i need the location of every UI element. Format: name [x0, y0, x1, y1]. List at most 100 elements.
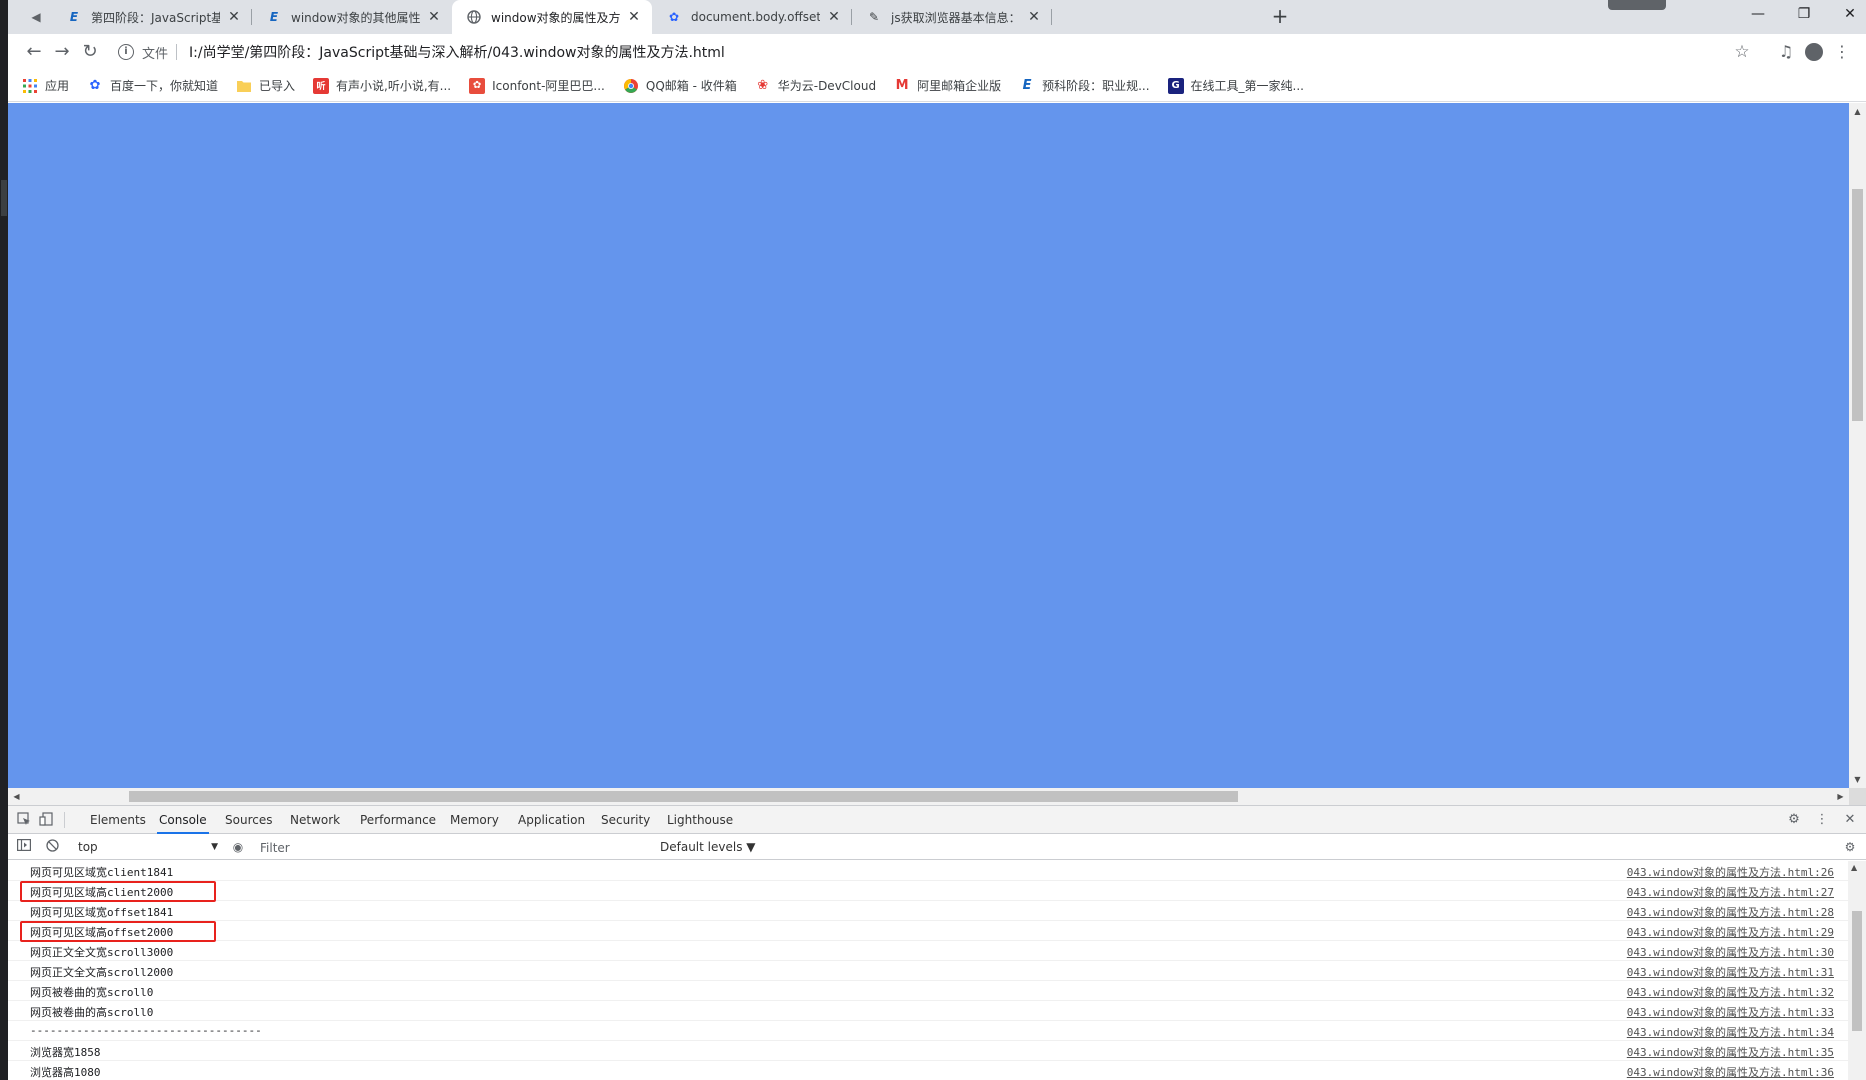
page-viewport[interactable]	[8, 103, 1849, 788]
log-message: 网页正文全文宽scroll3000	[30, 946, 174, 959]
bookmark-label: 预科阶段：职业规...	[1042, 79, 1150, 93]
scroll-thumb[interactable]	[129, 791, 1238, 802]
bookmark-baidu[interactable]: ✿ 百度一下，你就知道	[87, 77, 218, 94]
log-source-link[interactable]: 043.window对象的属性及方法.html:26	[1627, 864, 1834, 880]
clear-console-icon[interactable]	[44, 839, 60, 855]
scroll-thumb[interactable]	[1852, 189, 1863, 421]
context-selector[interactable]: top ▼	[78, 838, 218, 856]
log-source-link[interactable]: 043.window对象的属性及方法.html:34	[1627, 1024, 1834, 1040]
scroll-left-icon[interactable]: ◀	[8, 788, 25, 805]
minimize-icon[interactable]: —	[1735, 0, 1781, 30]
tab-elements[interactable]: Elements	[88, 806, 148, 834]
tab-console[interactable]: Console	[157, 806, 209, 834]
scroll-down-icon[interactable]: ▼	[1849, 771, 1866, 788]
tab-close-icon[interactable]: ✕	[826, 9, 842, 25]
menu-kebab-icon[interactable]: ⋮	[1830, 40, 1854, 64]
tab-active[interactable]: window对象的属性及方法 ✕	[452, 0, 652, 34]
tab-close-icon[interactable]: ✕	[626, 9, 642, 25]
tab-security[interactable]: Security	[599, 806, 652, 834]
log-source-link[interactable]: 043.window对象的属性及方法.html:36	[1627, 1064, 1834, 1080]
bookmark-preschool[interactable]: E 预科阶段：职业规...	[1019, 77, 1150, 94]
console-log-row: 网页可见区域高offset2000 043.window对象的属性及方法.html…	[8, 921, 1848, 942]
bookmark-huawei[interactable]: ❀ 华为云-DevCloud	[755, 77, 876, 94]
tab-3[interactable]: ✿ document.body.offsetHeight_ ✕	[652, 0, 852, 34]
bookmark-online-tools[interactable]: G 在线工具_第一家纯...	[1167, 77, 1304, 94]
tab-e-icon: E	[69, 10, 79, 24]
tab-sources[interactable]: Sources	[223, 806, 274, 834]
bookmark-alimail[interactable]: M 阿里邮箱企业版	[894, 77, 1001, 94]
media-queue-icon[interactable]: ♫	[1774, 40, 1798, 64]
mail-m-icon: M	[895, 78, 909, 93]
filter-input[interactable]	[260, 838, 660, 857]
bookmark-label: QQ邮箱 - 收件箱	[645, 79, 737, 93]
live-expression-eye-icon[interactable]: ◉	[230, 839, 246, 855]
tab-close-icon[interactable]: ✕	[426, 9, 442, 25]
settings-gear-icon[interactable]: ⚙	[1786, 812, 1802, 828]
scheme-label: 文件	[142, 46, 169, 62]
more-kebab-icon[interactable]: ⋮	[1814, 812, 1830, 828]
bookmark-iconfont[interactable]: ✿ Iconfont-阿里巴巴...	[469, 77, 605, 94]
console-settings-icon[interactable]: ⚙	[1842, 839, 1858, 855]
device-toolbar-icon[interactable]	[38, 812, 54, 828]
address-bar[interactable]: i 文件 I:/尚学堂/第四阶段：JavaScript基础与深入解析/043.w…	[118, 38, 1748, 66]
folder-icon	[236, 78, 252, 94]
avatar[interactable]	[1802, 40, 1826, 64]
log-source-link[interactable]: 043.window对象的属性及方法.html:30	[1627, 944, 1834, 960]
scroll-up-icon[interactable]: ▲	[1851, 863, 1857, 872]
profile-indicator	[1608, 0, 1666, 10]
tab-1[interactable]: E window对象的其他属性和方法- ✕	[252, 0, 452, 34]
log-source-link[interactable]: 043.window对象的属性及方法.html:29	[1627, 924, 1834, 940]
bookmark-star-icon[interactable]: ☆	[1730, 40, 1754, 64]
tab-title: document.body.offsetHeight_	[691, 10, 820, 24]
log-source-link[interactable]: 043.window对象的属性及方法.html:31	[1627, 964, 1834, 980]
close-window-icon[interactable]: ✕	[1827, 0, 1866, 30]
bookmark-imported-folder[interactable]: 已导入	[236, 77, 295, 94]
url-text[interactable]: I:/尚学堂/第四阶段：JavaScript基础与深入解析/043.window…	[189, 42, 725, 62]
log-message: 网页正文全文高scroll2000	[30, 966, 174, 979]
forward-arrow-icon[interactable]: →	[50, 40, 74, 64]
scroll-right-icon[interactable]: ▶	[1832, 788, 1849, 805]
tab-title: window对象的其他属性和方法-	[291, 10, 420, 25]
close-devtools-icon[interactable]: ✕	[1842, 812, 1858, 828]
log-message: 网页可见区域高client2000	[30, 886, 174, 899]
edge-marker	[1, 180, 7, 216]
scroll-thumb[interactable]	[1852, 911, 1862, 1031]
log-source-link[interactable]: 043.window对象的属性及方法.html:27	[1627, 884, 1834, 900]
tab-close-icon[interactable]: ✕	[226, 9, 242, 25]
new-tab-plus-icon[interactable]: +	[1269, 6, 1291, 28]
page-vertical-scrollbar[interactable]: ▲ ▼	[1849, 103, 1866, 788]
log-source-link[interactable]: 043.window对象的属性及方法.html:32	[1627, 984, 1834, 1000]
log-source-link[interactable]: 043.window对象的属性及方法.html:33	[1627, 1004, 1834, 1020]
log-source-link[interactable]: 043.window对象的属性及方法.html:28	[1627, 904, 1834, 920]
tab-0[interactable]: E 第四阶段：JavaScript基础与深入 ✕	[52, 0, 252, 34]
restore-icon[interactable]: ❐	[1781, 0, 1827, 30]
tab-application[interactable]: Application	[516, 806, 587, 834]
info-icon[interactable]: i	[118, 44, 134, 60]
log-levels-dropdown[interactable]: Default levels ▼	[660, 838, 756, 856]
g-icon: G	[1167, 77, 1184, 94]
tab-4[interactable]: ✎ js获取浏览器基本信息：docume ✕	[852, 0, 1052, 34]
tab-network[interactable]: Network	[288, 806, 342, 834]
bookmark-qqmail[interactable]: QQ邮箱 - 收件箱	[623, 77, 737, 94]
console-log-row: ----------------------------------- 043.w…	[8, 1021, 1848, 1041]
context-value: top	[78, 840, 98, 854]
tab-performance[interactable]: Performance	[358, 806, 438, 834]
inspect-element-icon[interactable]	[16, 812, 32, 828]
back-arrow-icon[interactable]: ←	[22, 40, 46, 64]
tab-memory[interactable]: Memory	[448, 806, 501, 834]
sidebar-toggle-icon[interactable]	[16, 839, 32, 855]
paw-icon: ✿	[89, 78, 101, 93]
reload-icon[interactable]: ↻	[78, 40, 102, 64]
tab-close-icon[interactable]: ✕	[1026, 9, 1042, 25]
tab-lighthouse[interactable]: Lighthouse	[665, 806, 735, 834]
page-horizontal-scrollbar[interactable]: ◀ ▶	[8, 788, 1849, 805]
bookmark-novel[interactable]: 听 有声小说,听小说,有...	[313, 77, 451, 94]
console-scrollbar[interactable]: ▲	[1848, 861, 1866, 1080]
speaker-icon[interactable]: ◀	[28, 9, 44, 25]
bookmark-apps[interactable]: 应用	[22, 77, 69, 94]
scroll-up-icon[interactable]: ▲	[1849, 103, 1866, 120]
left-edge-strip	[0, 0, 8, 1080]
chrome-icon	[623, 78, 639, 94]
log-source-link[interactable]: 043.window对象的属性及方法.html:35	[1627, 1044, 1834, 1060]
log-message: 网页可见区域宽client1841	[30, 866, 174, 879]
